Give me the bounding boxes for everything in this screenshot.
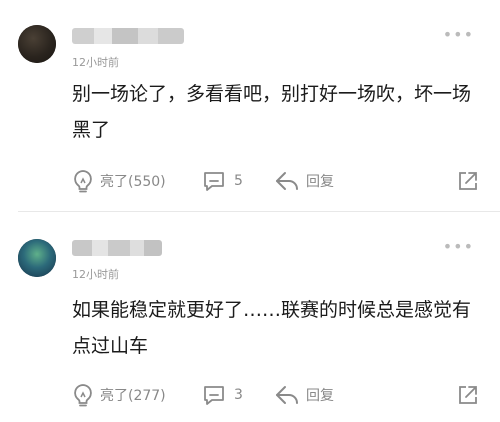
reply-arrow-icon	[276, 386, 298, 404]
reply-button[interactable]: 回复	[274, 382, 334, 408]
comment-text: 如果能稳定就更好了……联赛的时候总是感觉有点过山车	[72, 299, 472, 357]
username-redacted[interactable]	[72, 28, 184, 44]
share-button[interactable]	[457, 382, 479, 408]
comment-bubble-icon	[204, 172, 224, 191]
lightbulb-icon	[74, 384, 92, 407]
avatar[interactable]	[18, 239, 56, 277]
reply-count: 5	[234, 173, 243, 189]
comment-actions: 亮了(550) 5 回复	[72, 168, 487, 194]
like-label: 亮了(277)	[100, 388, 166, 404]
reply-button[interactable]: 回复	[274, 168, 334, 194]
like-label: 亮了(550)	[100, 174, 166, 190]
reply-label: 回复	[306, 388, 334, 404]
avatar[interactable]	[18, 25, 56, 63]
more-icon[interactable]: •••	[443, 27, 474, 43]
share-icon	[459, 172, 477, 190]
share-icon	[459, 386, 477, 404]
reply-arrow-icon	[276, 172, 298, 190]
reply-count: 3	[234, 387, 243, 403]
reply-label: 回复	[306, 174, 334, 190]
share-button[interactable]	[457, 168, 479, 194]
lightbulb-icon	[74, 170, 92, 193]
more-icon[interactable]: •••	[443, 239, 474, 255]
comment-item: 12小时前 ••• 如果能稳定就更好了……联赛的时候总是感觉有点过山车 亮了(2…	[0, 212, 500, 422]
comment-count-button[interactable]: 5	[202, 168, 243, 194]
comment-actions: 亮了(277) 3 回复	[72, 382, 487, 408]
like-button[interactable]: 亮了(277)	[72, 382, 166, 408]
comment-count-button[interactable]: 3	[202, 382, 243, 408]
comment-bubble-icon	[204, 386, 224, 405]
comment-item: 12小时前 ••• 别一场论了，多看看吧，别打好一场吹，坏一场黑了 亮了(550…	[0, 0, 500, 212]
comment-time: 12小时前	[72, 56, 119, 69]
comment-text: 别一场论了，多看看吧，别打好一场吹，坏一场黑了	[72, 83, 472, 141]
username-redacted[interactable]	[72, 240, 162, 256]
comment-time: 12小时前	[72, 268, 119, 281]
like-button[interactable]: 亮了(550)	[72, 168, 166, 194]
